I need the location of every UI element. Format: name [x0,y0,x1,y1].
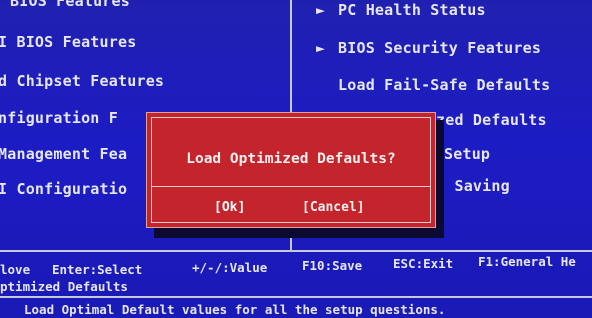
menu-item-pnp-configuration[interactable]: I Configuratio [0,180,127,198]
menu-item-advanced-bios-features[interactable]: I BIOS Features [0,33,136,51]
selected-item-name: ptimized Defaults [0,279,128,294]
key-help-move: love [0,262,31,277]
menu-item-label: BIOS Security Features [338,39,542,57]
menu-item-pc-health-status[interactable]: ► PC Health Status [316,1,486,19]
key-help-value: +/-/:Value [192,260,268,275]
dialog-frame: Load Optimized Defaults? [Ok] [Cancel] [151,117,431,223]
description-divider [0,296,592,298]
menu-item-label: PC Health Status [338,1,486,19]
menu-item-set-password[interactable]: Setup [444,145,490,163]
menu-item-load-optimized-defaults[interactable]: zed Defaults [436,111,547,129]
menu-item-configuration[interactable]: nfiguration F [0,109,118,127]
submenu-arrow-icon: ► [316,39,326,57]
bios-setup-screen: BIOS Features I BIOS Features d Chipset … [0,0,592,318]
dialog-question: Load Optimized Defaults? [186,151,396,167]
item-description: Load Optimal Default values for all the … [24,302,446,317]
menu-item-power-management[interactable]: Management Fea [0,145,127,163]
cancel-button[interactable]: [Cancel] [302,200,365,215]
key-help-save: F10:Save [302,258,363,273]
menu-item-bios-features[interactable]: BIOS Features [10,0,130,10]
dialog-separator [152,186,430,187]
submenu-arrow-icon: ► [316,1,326,19]
menu-item-save-exit-setup[interactable]: t Saving [436,177,510,195]
menu-item-chipset-features[interactable]: d Chipset Features [0,72,164,90]
key-help-general: F1:General He [478,254,576,269]
key-help-enter: Enter:Select [52,262,143,277]
confirm-dialog: Load Optimized Defaults? [Ok] [Cancel] [146,112,436,228]
key-help-exit: ESC:Exit [393,256,454,271]
menu-item-bios-security-features[interactable]: ► BIOS Security Features [316,39,541,57]
help-divider [0,250,592,252]
ok-button[interactable]: [Ok] [214,200,245,215]
menu-item-load-fail-safe-defaults[interactable]: Load Fail-Safe Defaults [338,76,550,94]
